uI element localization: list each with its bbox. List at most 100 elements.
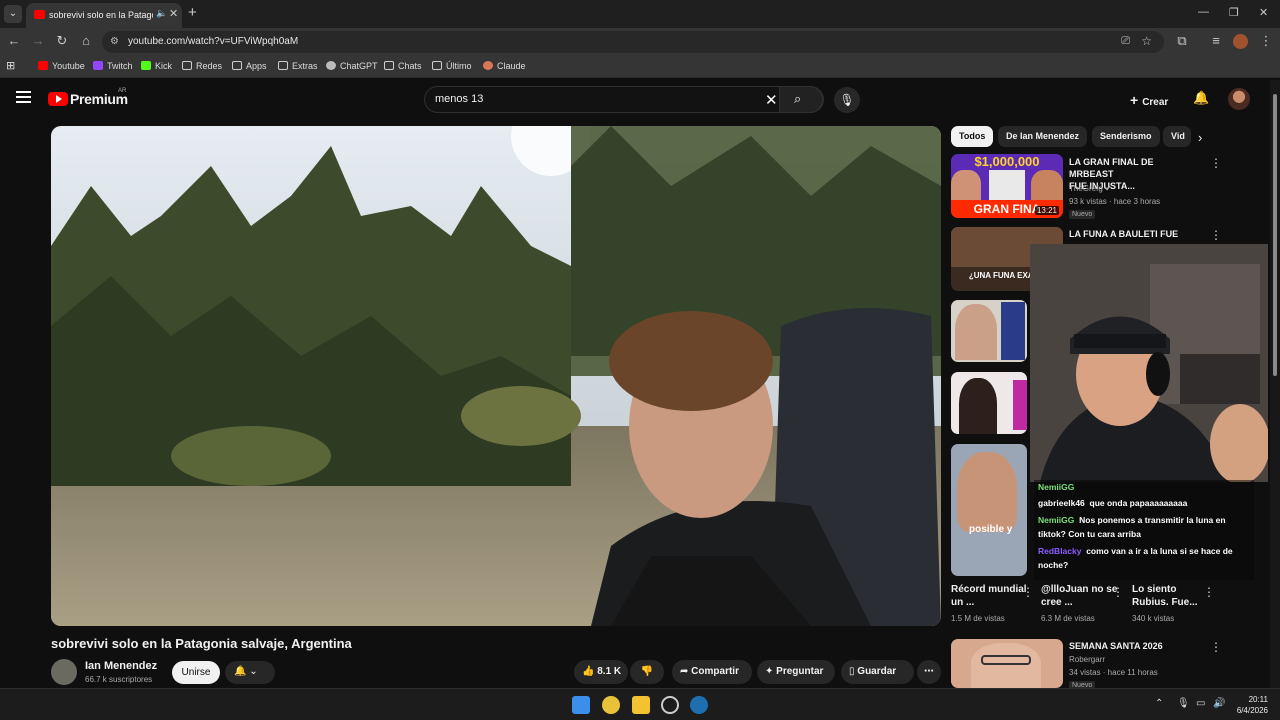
chip-videos[interactable]: Vid <box>1163 126 1191 147</box>
more-horizontal-icon: ⋯ <box>924 666 934 677</box>
bookmark-kick[interactable]: Kick <box>141 61 172 71</box>
apps-grid-icon[interactable]: ⊞ <box>6 59 15 72</box>
search-input[interactable]: menos 13 <box>435 93 483 105</box>
close-window-icon[interactable]: ✕ <box>1259 6 1268 19</box>
bookmark-claude[interactable]: Claude <box>483 61 526 71</box>
network-icon[interactable]: ▭ <box>1196 698 1205 709</box>
share-button[interactable]: ➦ Compartir <box>672 660 752 684</box>
bookmark-chats[interactable]: Chats <box>384 61 422 71</box>
extensions-icon[interactable]: ⧉ <box>1174 33 1190 49</box>
tab-search-button[interactable]: ⌄ <box>4 5 22 23</box>
chip-todos[interactable]: Todos <box>951 126 994 147</box>
short-title[interactable]: Récord mundial un ... <box>951 583 1031 609</box>
bookmark-label: Twitch <box>107 61 133 71</box>
bookmarks-bar: ⊞ Youtube Twitch Kick Redes Apps Extras … <box>0 56 1280 78</box>
bookmark-label: Redes <box>196 61 223 71</box>
share-label: Compartir <box>691 666 739 677</box>
dislike-button[interactable]: 👎 <box>630 660 664 684</box>
folder-icon <box>182 61 192 70</box>
thumbnail-person <box>959 378 997 434</box>
cast-icon[interactable]: ⎚ <box>1121 35 1130 48</box>
clear-search-icon[interactable]: ✕ <box>765 91 778 109</box>
more-vert-icon[interactable]: ⋮ <box>1210 228 1222 242</box>
short-title[interactable]: Lo siento Rubius. Fue... <box>1132 583 1212 609</box>
bookmark-chatgpt[interactable]: ChatGPT <box>326 61 378 71</box>
search-box[interactable]: menos 13 ✕ ⌕ <box>424 86 824 113</box>
short-title[interactable]: @llloJuan no se cree ... <box>1041 583 1121 609</box>
audio-playing-icon[interactable]: 🔈 <box>156 8 167 19</box>
short-thumbnail[interactable]: posible y <box>951 444 1027 576</box>
back-icon[interactable]: ← <box>6 33 22 48</box>
close-tab-icon[interactable]: ✕ <box>169 7 178 20</box>
bookmark-extras[interactable]: Extras <box>278 61 318 71</box>
share-icon: ➦ <box>680 666 689 677</box>
minimize-icon[interactable]: — <box>1198 6 1209 18</box>
bookmark-apps[interactable]: Apps <box>232 61 267 71</box>
bookmark-ultimo[interactable]: Último <box>432 61 472 71</box>
forward-icon[interactable]: → <box>30 33 46 48</box>
bookmark-twitch[interactable]: Twitch <box>93 61 133 71</box>
system-clock[interactable]: 20:11 6/4/2026 <box>1232 694 1268 716</box>
windows-start-icon[interactable] <box>572 696 590 714</box>
menu-icon[interactable] <box>16 91 31 103</box>
more-vert-icon[interactable]: ⋮ <box>1112 585 1124 599</box>
title-line: LA GRAN FINAL DE MRBEAST <box>1069 157 1154 179</box>
voice-search-icon[interactable]: 🎙 <box>834 87 860 113</box>
account-avatar[interactable] <box>1228 88 1250 110</box>
video-thumbnail[interactable] <box>951 372 1027 434</box>
video-thumbnail[interactable] <box>951 639 1063 688</box>
chevron-right-icon[interactable]: › <box>1198 130 1202 145</box>
home-icon[interactable]: ⌂ <box>78 33 94 48</box>
thumbnail-person <box>951 170 981 204</box>
app-icon[interactable] <box>661 696 679 714</box>
video-frame-image <box>51 126 941 626</box>
chrome-menu-icon[interactable]: ⋮ <box>1258 33 1274 49</box>
notifications-bell-icon[interactable]: 🔔 <box>1193 90 1209 106</box>
page-scrollbar[interactable] <box>1270 80 1280 688</box>
profile-avatar[interactable] <box>1233 34 1248 49</box>
channel-avatar[interactable] <box>51 659 77 685</box>
more-vert-icon[interactable]: ⋮ <box>1203 585 1215 599</box>
scrollbar-thumb[interactable] <box>1273 94 1277 376</box>
chip-senderismo[interactable]: Senderismo <box>1092 126 1160 147</box>
ask-button[interactable]: ✦ Preguntar <box>757 660 835 684</box>
browser-tab[interactable]: sobrevivi solo en la Patagonia salvaje, … <box>26 3 182 28</box>
chrome-icon[interactable] <box>602 696 620 714</box>
restore-icon[interactable]: ❐ <box>1229 6 1239 19</box>
sidebar-video-title[interactable]: LA FUNA A BAULETI FUE <box>1069 228 1199 240</box>
search-button[interactable]: ⌕ <box>779 86 823 113</box>
new-tab-button[interactable]: + <box>188 4 197 21</box>
like-button[interactable]: 👍 8.1 K <box>574 660 628 684</box>
bookmark-redes[interactable]: Redes <box>182 61 222 71</box>
video-thumbnail[interactable]: $1,000,000 GRAN FINA 13:21 <box>951 154 1063 218</box>
channel-name[interactable]: Ian Menendez <box>85 660 157 672</box>
duration-badge: 13:21 <box>1034 206 1059 215</box>
create-button[interactable]: + Crear <box>1124 87 1174 111</box>
chip-de-ian-menendez[interactable]: De Ian Menendez <box>998 126 1088 147</box>
more-vert-icon[interactable]: ⋮ <box>1210 640 1222 654</box>
sidebar-video-title[interactable]: SEMANA SANTA 2026 <box>1069 640 1199 652</box>
subscription-bell-button[interactable]: 🔔 ⌄ <box>225 661 275 684</box>
more-vert-icon[interactable]: ⋮ <box>1210 156 1222 170</box>
bookmark-youtube[interactable]: Youtube <box>38 61 85 71</box>
reading-list-icon[interactable]: ≡ <box>1208 33 1224 48</box>
tray-chevron-icon[interactable]: ⌃ <box>1155 698 1163 709</box>
volume-icon[interactable]: 🔊 <box>1213 698 1225 709</box>
thumbnail-person <box>955 304 997 360</box>
steam-icon[interactable] <box>690 696 708 714</box>
reload-icon[interactable]: ↻ <box>54 33 70 49</box>
twitch-icon <box>93 61 103 70</box>
site-info-icon[interactable]: ⚙ <box>110 36 119 47</box>
video-player[interactable] <box>51 126 941 626</box>
youtube-logo-icon[interactable] <box>48 92 68 106</box>
bookmark-star-icon[interactable]: ☆ <box>1141 34 1152 48</box>
save-button[interactable]: ▯ Guardar <box>841 660 914 684</box>
address-bar[interactable]: ⚙ youtube.com/watch?v=UFViWpqh0aM ⎚ ☆ <box>102 31 1164 53</box>
more-vert-icon[interactable]: ⋮ <box>1022 585 1034 599</box>
region-code: AR <box>118 88 127 94</box>
mic-tray-icon[interactable]: 🎙 <box>1177 698 1190 709</box>
video-thumbnail[interactable] <box>951 300 1027 362</box>
file-explorer-icon[interactable] <box>632 696 650 714</box>
more-actions-button[interactable]: ⋯ <box>917 660 941 684</box>
join-button[interactable]: Unirse <box>172 661 220 684</box>
